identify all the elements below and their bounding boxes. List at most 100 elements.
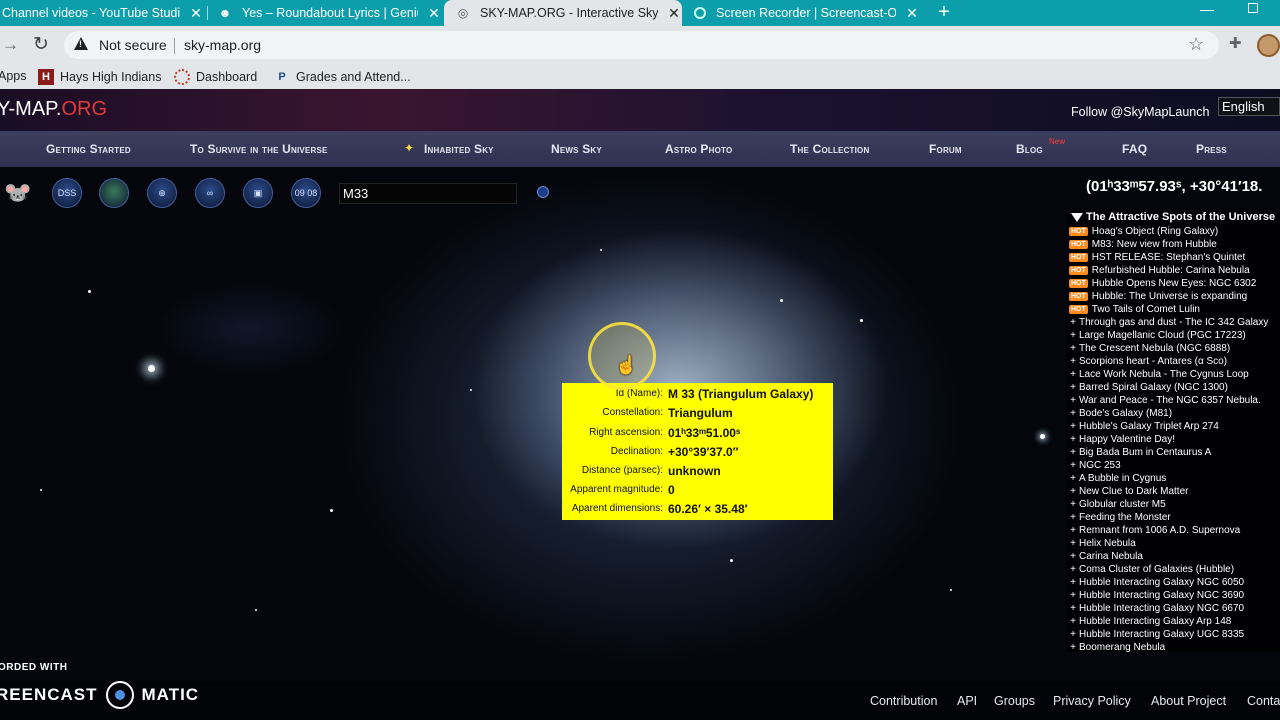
spot-item[interactable]: HOT Refurbished Hubble: Carina Nebula <box>1069 264 1280 277</box>
spot-item[interactable]: + NGC 253 <box>1069 459 1280 472</box>
spot-item[interactable]: + Barred Spiral Galaxy (NGC 1300) <box>1069 381 1280 394</box>
reload-icon[interactable]: ↻ <box>33 33 49 56</box>
spot-label[interactable]: Coma Cluster of Galaxies (Hubble) <box>1079 563 1234 576</box>
footer-api[interactable]: API <box>957 694 977 708</box>
tab-sky-map[interactable]: ◎ SKY-MAP.ORG - Interactive Sky M ✕ <box>444 0 682 26</box>
nav-collection[interactable]: The Collection <box>790 142 869 156</box>
dss-button[interactable]: DSS <box>52 178 82 208</box>
nav-blog[interactable]: Blog <box>1016 142 1043 156</box>
spot-label[interactable]: Hoag's Object (Ring Galaxy) <box>1092 225 1218 238</box>
forward-icon[interactable]: → <box>2 35 19 55</box>
maximize-icon[interactable] <box>1248 3 1258 13</box>
spot-item[interactable]: + Feeding the Monster <box>1069 511 1280 524</box>
collapse-triangle-icon[interactable] <box>1071 212 1083 222</box>
spot-label[interactable]: Globular cluster M5 <box>1079 498 1166 511</box>
spot-label[interactable]: Hubble Interacting Galaxy Arp 148 <box>1079 615 1231 628</box>
spot-item[interactable]: + Large Magellanic Cloud (PGC 17223) <box>1069 329 1280 342</box>
close-icon[interactable]: ✕ <box>426 5 442 22</box>
spot-label[interactable]: Hubble Opens New Eyes: NGC 6302 <box>1092 277 1257 290</box>
spot-label[interactable]: Feeding the Monster <box>1079 511 1171 524</box>
site-logo[interactable]: Y-MAP.ORG <box>0 98 107 121</box>
spot-item[interactable]: HOT Hoag's Object (Ring Galaxy) <box>1069 225 1280 238</box>
spot-label[interactable]: Barred Spiral Galaxy (NGC 1300) <box>1079 381 1228 394</box>
spot-item[interactable]: + Big Bada Bum in Centaurus A <box>1069 446 1280 459</box>
language-select[interactable]: English <box>1218 97 1280 116</box>
spot-label[interactable]: Refurbished Hubble: Carina Nebula <box>1092 264 1250 277</box>
spot-item[interactable]: + Remnant from 1006 A.D. Supernova <box>1069 524 1280 537</box>
nav-faq[interactable]: FAQ <box>1122 142 1147 156</box>
constellation-icon[interactable]: ∞ <box>195 178 225 208</box>
nav-inhabited-sky[interactable]: Inhabited Sky <box>424 142 494 156</box>
url-text[interactable]: sky-map.org <box>184 37 261 53</box>
spot-label[interactable]: Hubble Interacting Galaxy NGC 3690 <box>1079 589 1244 602</box>
nav-getting-started[interactable]: Getting Started <box>46 142 131 156</box>
bookmark-hays-high[interactable]: H Hays High Indians <box>38 69 161 85</box>
spot-label[interactable]: Large Magellanic Cloud (PGC 17223) <box>1079 329 1246 342</box>
new-tab-button[interactable]: + <box>934 0 954 26</box>
spot-item[interactable]: + The Crescent Nebula (NGC 6888) <box>1069 342 1280 355</box>
spot-label[interactable]: Hubble Interacting Galaxy NGC 6050 <box>1079 576 1244 589</box>
spot-label[interactable]: Happy Valentine Day! <box>1079 433 1175 446</box>
tab-youtube-studio[interactable]: Channel videos - YouTube Studio ✕ <box>0 0 204 26</box>
spot-item[interactable]: + Coma Cluster of Galaxies (Hubble) <box>1069 563 1280 576</box>
spot-label[interactable]: Helix Nebula <box>1079 537 1136 550</box>
spot-label[interactable]: M83: New view from Hubble <box>1092 238 1217 251</box>
close-icon[interactable]: ✕ <box>666 5 682 22</box>
spot-item[interactable]: + Happy Valentine Day! <box>1069 433 1280 446</box>
spot-label[interactable]: Remnant from 1006 A.D. Supernova <box>1079 524 1240 537</box>
earth-icon[interactable] <box>99 178 129 208</box>
spot-label[interactable]: Hubble Interacting Galaxy UGC 8335 <box>1079 628 1244 641</box>
spot-item[interactable]: + Hubble Interacting Galaxy NGC 3690 <box>1069 589 1280 602</box>
object-search-input[interactable] <box>339 183 517 204</box>
close-icon[interactable]: ✕ <box>188 5 204 22</box>
spot-item[interactable]: + Hubble's Galaxy Triplet Arp 274 <box>1069 420 1280 433</box>
spot-item[interactable]: + Through gas and dust - The IC 342 Galax… <box>1069 316 1280 329</box>
spot-item[interactable]: + Bode's Galaxy (M81) <box>1069 407 1280 420</box>
spot-label[interactable]: Two Tails of Comet Lulin <box>1092 303 1200 316</box>
tab-genius[interactable]: ☻ Yes – Roundabout Lyrics | Genius ✕ <box>212 0 442 26</box>
spots-title[interactable]: The Attractive Spots of the Universe <box>1071 211 1275 223</box>
spot-item[interactable]: + A Bubble in Cygnus <box>1069 472 1280 485</box>
footer-privacy[interactable]: Privacy Policy <box>1053 694 1131 708</box>
spot-item[interactable]: HOT Two Tails of Comet Lulin <box>1069 303 1280 316</box>
nav-press[interactable]: Press <box>1196 142 1227 156</box>
spot-item[interactable]: + Hubble Interacting Galaxy UGC 8335 <box>1069 628 1280 641</box>
spot-label[interactable]: Bode's Galaxy (M81) <box>1079 407 1172 420</box>
nav-astro-photo[interactable]: Astro Photo <box>665 142 732 156</box>
footer-contact[interactable]: Conta <box>1247 694 1280 708</box>
bookmark-grades[interactable]: P Grades and Attend... <box>274 69 410 85</box>
nav-forum[interactable]: Forum <box>929 142 962 156</box>
spot-label[interactable]: Scorpions heart - Antares (α Sco) <box>1079 355 1227 368</box>
close-icon[interactable]: ✕ <box>904 5 920 22</box>
spot-label[interactable]: War and Peace - The NGC 6357 Nebula. <box>1079 394 1261 407</box>
spot-item[interactable]: + Carina Nebula <box>1069 550 1280 563</box>
spot-label[interactable]: Hubble Interacting Galaxy NGC 6670 <box>1079 602 1244 615</box>
spot-item[interactable]: + Globular cluster M5 <box>1069 498 1280 511</box>
spot-item[interactable]: HOT Hubble: The Universe is expanding <box>1069 290 1280 303</box>
spot-label[interactable]: NGC 253 <box>1079 459 1121 472</box>
spot-item[interactable]: + Helix Nebula <box>1069 537 1280 550</box>
minimize-icon[interactable]: — <box>1200 0 1214 18</box>
spot-item[interactable]: + Scorpions heart - Antares (α Sco) <box>1069 355 1280 368</box>
spot-label[interactable]: Carina Nebula <box>1079 550 1143 563</box>
spot-item[interactable]: + War and Peace - The NGC 6357 Nebula. <box>1069 394 1280 407</box>
search-go-button[interactable] <box>537 186 549 198</box>
mouse-tool-icon[interactable]: 🐭 <box>4 180 31 206</box>
bookmark-dashboard[interactable]: Dashboard <box>174 69 257 85</box>
spot-label[interactable]: Through gas and dust - The IC 342 Galaxy <box>1079 316 1268 329</box>
spot-label[interactable]: Boomerang Nebula <box>1079 641 1165 652</box>
spot-item[interactable]: HOT Hubble Opens New Eyes: NGC 6302 <box>1069 277 1280 290</box>
nav-survive-universe[interactable]: To Survive in the Universe <box>190 142 328 156</box>
bookmark-apps[interactable]: Apps <box>0 69 27 83</box>
spot-item[interactable]: + Lace Work Nebula - The Cygnus Loop <box>1069 368 1280 381</box>
follow-link[interactable]: Follow @SkyMapLaunch <box>1071 105 1209 119</box>
spot-item[interactable]: + Boomerang Nebula <box>1069 641 1280 652</box>
spot-label[interactable]: Big Bada Bum in Centaurus A <box>1079 446 1211 459</box>
footer-contribution[interactable]: Contribution <box>870 694 937 708</box>
nav-news-sky[interactable]: News Sky <box>551 142 602 156</box>
time-button[interactable]: 09 08 <box>291 178 321 208</box>
security-label[interactable]: Not secure <box>99 37 167 53</box>
spot-label[interactable]: A Bubble in Cygnus <box>1079 472 1166 485</box>
spot-label[interactable]: New Clue to Dark Matter <box>1079 485 1188 498</box>
spot-item[interactable]: + Hubble Interacting Galaxy NGC 6670 <box>1069 602 1280 615</box>
